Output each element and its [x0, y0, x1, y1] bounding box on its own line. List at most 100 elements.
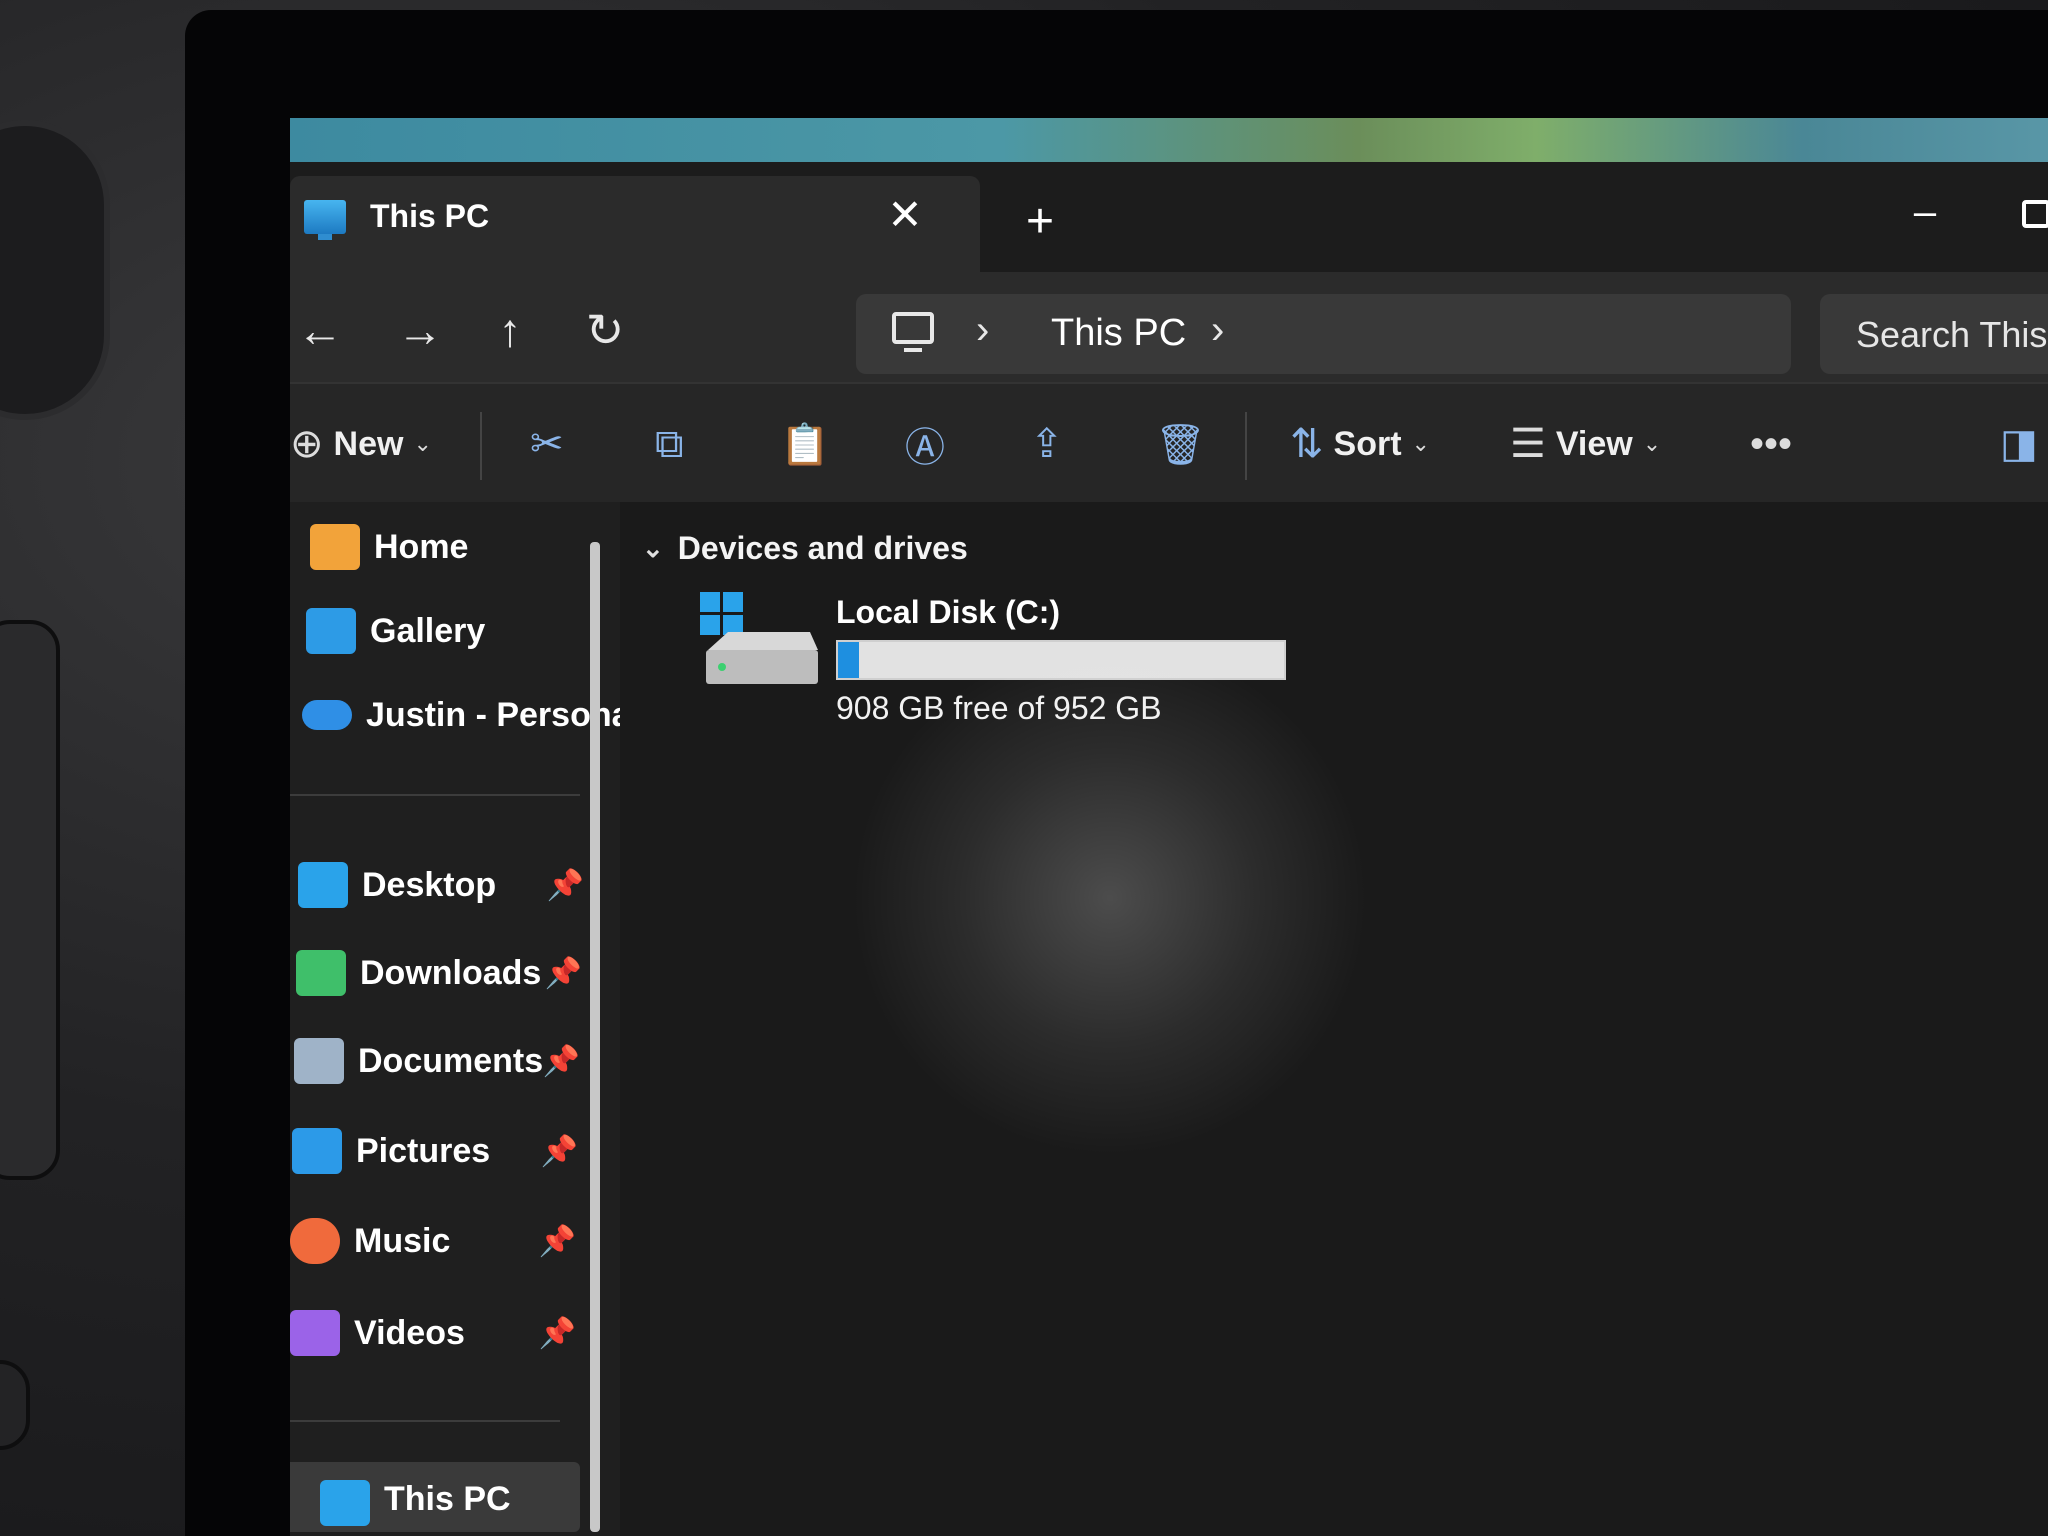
command-bar: ⊕ New ⌄ ✂ ⧉ 📋 Ⓐ ⇪ 🗑 ⇅ Sort ⌄ ☰ View ⌄ ••… [290, 382, 2048, 502]
main-pane: ⌄ Devices and drives Local Disk (C:) 908… [620, 502, 2048, 1536]
back-button[interactable]: ← [290, 300, 350, 360]
drive-usage-fill [838, 642, 859, 678]
drive-name: Local Disk (C:) [836, 594, 1061, 630]
new-label: New [333, 424, 404, 463]
downloads-icon [296, 950, 346, 996]
drive-free-space: 908 GB free of 952 GB [836, 690, 1162, 726]
tab-this-pc[interactable]: This PC ✕ [290, 176, 980, 272]
more-options-button[interactable]: ••• [1750, 414, 1792, 474]
sidebar-item-label: Downloads [360, 953, 542, 992]
sort-label: Sort [1333, 424, 1402, 463]
chevron-down-icon: ⌄ [413, 431, 432, 456]
documents-icon [294, 1038, 344, 1084]
content-area: Home Gallery › Justin - Personal Desktop… [290, 502, 2048, 1536]
maximize-button[interactable] [2022, 200, 2048, 228]
search-placeholder: Search This [1856, 314, 2048, 355]
sidebar-item-label: Pictures [356, 1131, 491, 1170]
toolbar-divider [480, 412, 482, 480]
up-button[interactable]: ↑ [480, 300, 540, 360]
breadcrumb-chevron-icon[interactable]: › [1211, 308, 1224, 353]
rename-icon: Ⓐ [905, 426, 945, 470]
sidebar-divider [290, 794, 580, 796]
rename-button[interactable]: Ⓐ [905, 414, 945, 474]
copy-icon: ⧉ [655, 421, 684, 466]
delete-button[interactable]: 🗑 [1155, 414, 1206, 474]
close-tab-button[interactable]: ✕ [880, 190, 930, 240]
devices-group-header[interactable]: ⌄ Devices and drives [642, 530, 968, 567]
refresh-button[interactable]: ↻ [575, 300, 635, 360]
pin-icon[interactable]: 📌 [545, 956, 582, 991]
search-box[interactable]: Search This [1820, 294, 2048, 374]
paste-icon: 📋 [780, 422, 830, 467]
group-title: Devices and drives [677, 530, 968, 566]
sidebar-item-downloads[interactable]: Downloads 📌 [296, 938, 596, 1008]
pin-icon[interactable]: 📌 [539, 1316, 576, 1351]
monitor-icon [304, 200, 346, 240]
new-button[interactable]: ⊕ New ⌄ [290, 414, 432, 474]
more-icon: ••• [1750, 421, 1793, 466]
pin-icon[interactable]: 📌 [547, 868, 584, 903]
sidebar-item-home[interactable]: Home [310, 512, 610, 582]
file-explorer-window: This PC ✕ + – ← → ↑ ↻ › This PC › Search… [290, 118, 2048, 1536]
hard-drive-icon [700, 592, 818, 684]
sidebar-item-label: Music [354, 1221, 451, 1260]
paste-button[interactable]: 📋 [780, 414, 830, 474]
add-circle-icon: ⊕ [290, 422, 324, 466]
breadcrumb-chevron-icon[interactable]: › [976, 308, 989, 353]
sidebar-item-label: Gallery [370, 611, 486, 650]
sidebar-item-pictures[interactable]: Pictures 📌 [292, 1116, 592, 1186]
pin-icon[interactable]: 📌 [539, 1224, 576, 1259]
drive-usage-bar [836, 640, 1286, 680]
tab-title: This PC [370, 198, 490, 234]
sidebar-scrollbar[interactable] [590, 542, 600, 1532]
sidebar-item-onedrive[interactable]: › Justin - Personal [302, 680, 640, 750]
pictures-icon [292, 1128, 342, 1174]
sort-icon: ⇅ [1290, 422, 1324, 466]
sidebar-item-videos[interactable]: Videos 📌 [290, 1298, 590, 1368]
desktop-icon [298, 862, 348, 908]
details-pane-icon: ◨ [2000, 422, 2038, 466]
onedrive-icon [302, 700, 352, 730]
forward-button[interactable]: → [390, 300, 450, 360]
chevron-down-icon: ⌄ [642, 533, 664, 563]
view-label: View [1555, 424, 1633, 463]
chevron-down-icon: ⌄ [1642, 431, 1662, 456]
view-button[interactable]: ☰ View ⌄ [1510, 414, 1661, 474]
drive-local-disk-c[interactable]: Local Disk (C:) 908 GB free of 952 GB [700, 582, 1300, 726]
sidebar-item-music[interactable]: Music 📌 [290, 1206, 590, 1276]
this-pc-icon [320, 1480, 370, 1526]
pin-icon[interactable]: 📌 [543, 1044, 580, 1079]
sidebar-item-this-pc[interactable]: This PC [290, 1462, 580, 1532]
sidebar-item-desktop[interactable]: Desktop 📌 [298, 850, 598, 920]
navigation-bar: ← → ↑ ↻ › This PC › Search This [290, 272, 2048, 382]
new-tab-button[interactable]: + [1010, 192, 1070, 252]
sidebar-item-documents[interactable]: Documents 📌 [294, 1026, 594, 1096]
share-icon: ⇪ [1030, 422, 1064, 466]
pin-icon[interactable]: 📌 [541, 1134, 578, 1169]
sidebar-item-label: This PC [384, 1480, 511, 1518]
toolbar-divider [1245, 412, 1247, 480]
device-side-button [0, 620, 60, 1180]
sidebar-item-label: Documents [358, 1041, 544, 1080]
sidebar-item-gallery[interactable]: Gallery [306, 596, 606, 666]
cut-button[interactable]: ✂ [530, 414, 564, 474]
cut-icon: ✂ [530, 422, 564, 466]
share-button[interactable]: ⇪ [1030, 414, 1064, 474]
sort-button[interactable]: ⇅ Sort ⌄ [1290, 414, 1430, 474]
gallery-icon [306, 608, 356, 654]
videos-icon [290, 1310, 340, 1356]
delete-icon: 🗑 [1155, 422, 1206, 467]
address-bar[interactable]: › This PC › [856, 294, 1791, 374]
sidebar-divider [290, 1420, 560, 1422]
copy-button[interactable]: ⧉ [655, 414, 684, 474]
navigation-pane: Home Gallery › Justin - Personal Desktop… [290, 502, 640, 1536]
desktop-wallpaper [290, 118, 2048, 162]
minimize-button[interactable]: – [1900, 192, 1950, 242]
title-bar: This PC ✕ + – [290, 162, 2048, 272]
music-icon [290, 1218, 340, 1264]
details-pane-button[interactable]: ◨ [2000, 414, 2038, 474]
sidebar-item-label: Desktop [362, 865, 497, 904]
sidebar-item-label: Videos [354, 1313, 465, 1352]
device-touchpad [0, 120, 110, 420]
breadcrumb-this-pc[interactable]: This PC [1051, 312, 1186, 355]
